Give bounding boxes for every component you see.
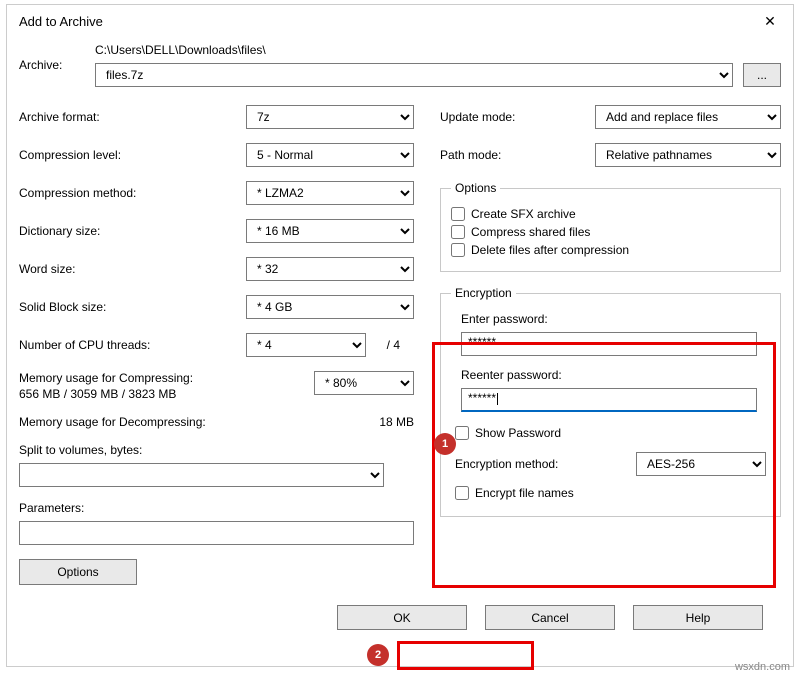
show-password-row[interactable]: Show Password [455,426,766,440]
pathmode-select[interactable]: Relative pathnames [595,143,781,167]
shared-label: Compress shared files [471,225,590,239]
sfx-checkbox[interactable] [451,207,465,221]
help-button[interactable]: Help [633,605,763,630]
encrypt-names-checkbox[interactable] [455,486,469,500]
show-password-checkbox[interactable] [455,426,469,440]
options-legend: Options [451,181,500,195]
enter-password-label: Enter password: [461,312,766,326]
delete-checkbox-row[interactable]: Delete files after compression [451,243,770,257]
word-label: Word size: [19,262,214,276]
encryption-group: Encryption Enter password: ****** Reente… [440,286,781,517]
dialog-content: Archive: C:\Users\DELL\Downloads\files\ … [7,37,793,640]
format-select[interactable]: 7z [246,105,414,129]
options-button[interactable]: Options [19,559,137,585]
annotation-badge-2: 2 [367,644,389,666]
split-label: Split to volumes, bytes: [19,443,414,457]
shared-checkbox-row[interactable]: Compress shared files [451,225,770,239]
pathmode-label: Path mode: [440,148,580,162]
close-icon[interactable]: ✕ [757,11,783,31]
level-select[interactable]: 5 - Normal [246,143,414,167]
delete-label: Delete files after compression [471,243,629,257]
dict-label: Dictionary size: [19,224,214,238]
mem-comp-label: Memory usage for Compressing: [19,371,193,385]
block-label: Solid Block size: [19,300,214,314]
shared-checkbox[interactable] [451,225,465,239]
reenter-password-input[interactable]: ****** [461,388,757,412]
archive-row: Archive: C:\Users\DELL\Downloads\files\ … [19,43,781,87]
reenter-password-label: Reenter password: [461,368,766,382]
password-input[interactable]: ****** [461,332,757,356]
encrypt-names-label: Encrypt file names [475,486,574,500]
archive-path: C:\Users\DELL\Downloads\files\ [95,43,781,57]
update-select[interactable]: Add and replace files [595,105,781,129]
mem-comp-pct-select[interactable]: * 80% [314,371,414,395]
annotation-badge-1: 1 [434,433,456,455]
threads-max: / 4 [372,338,400,352]
block-select[interactable]: * 4 GB [246,295,414,319]
threads-label: Number of CPU threads: [19,338,214,352]
titlebar: Add to Archive ✕ [7,5,793,37]
dialog-buttons: OK Cancel Help [19,605,781,630]
text-caret [497,393,498,405]
left-column: Archive format: 7z Compression level: 5 … [19,105,414,585]
update-label: Update mode: [440,110,580,124]
threads-select[interactable]: * 4 [246,333,366,357]
mem-decomp-label: Memory usage for Decompressing: [19,415,279,429]
mem-decomp-value: 18 MB [314,415,414,429]
cancel-button[interactable]: Cancel [485,605,615,630]
sfx-label: Create SFX archive [471,207,576,221]
encryption-legend: Encryption [451,286,516,300]
method-select[interactable]: * LZMA2 [246,181,414,205]
archive-name-input[interactable]: files.7z [95,63,733,87]
encrypt-names-row[interactable]: Encrypt file names [455,486,766,500]
format-label: Archive format: [19,110,214,124]
enc-method-label: Encryption method: [455,457,558,471]
dict-select[interactable]: * 16 MB [246,219,414,243]
word-select[interactable]: * 32 [246,257,414,281]
annotation-frame-2 [397,641,534,670]
browse-button[interactable]: ... [743,63,781,87]
level-label: Compression level: [19,148,214,162]
method-label: Compression method: [19,186,214,200]
watermark: wsxdn.com [735,661,790,673]
add-to-archive-dialog: Add to Archive ✕ Archive: C:\Users\DELL\… [6,4,794,667]
params-label: Parameters: [19,501,414,515]
show-password-label: Show Password [475,426,561,440]
mem-comp-detail: 656 MB / 3059 MB / 3823 MB [19,387,193,401]
archive-label: Archive: [19,58,95,72]
enc-method-select[interactable]: AES-256 [636,452,766,476]
ok-button[interactable]: OK [337,605,467,630]
options-group: Options Create SFX archive Compress shar… [440,181,781,272]
sfx-checkbox-row[interactable]: Create SFX archive [451,207,770,221]
right-column: Update mode: Add and replace files Path … [440,105,781,585]
delete-checkbox[interactable] [451,243,465,257]
split-select[interactable] [19,463,384,487]
params-input[interactable] [19,521,414,545]
dialog-title: Add to Archive [19,14,103,29]
